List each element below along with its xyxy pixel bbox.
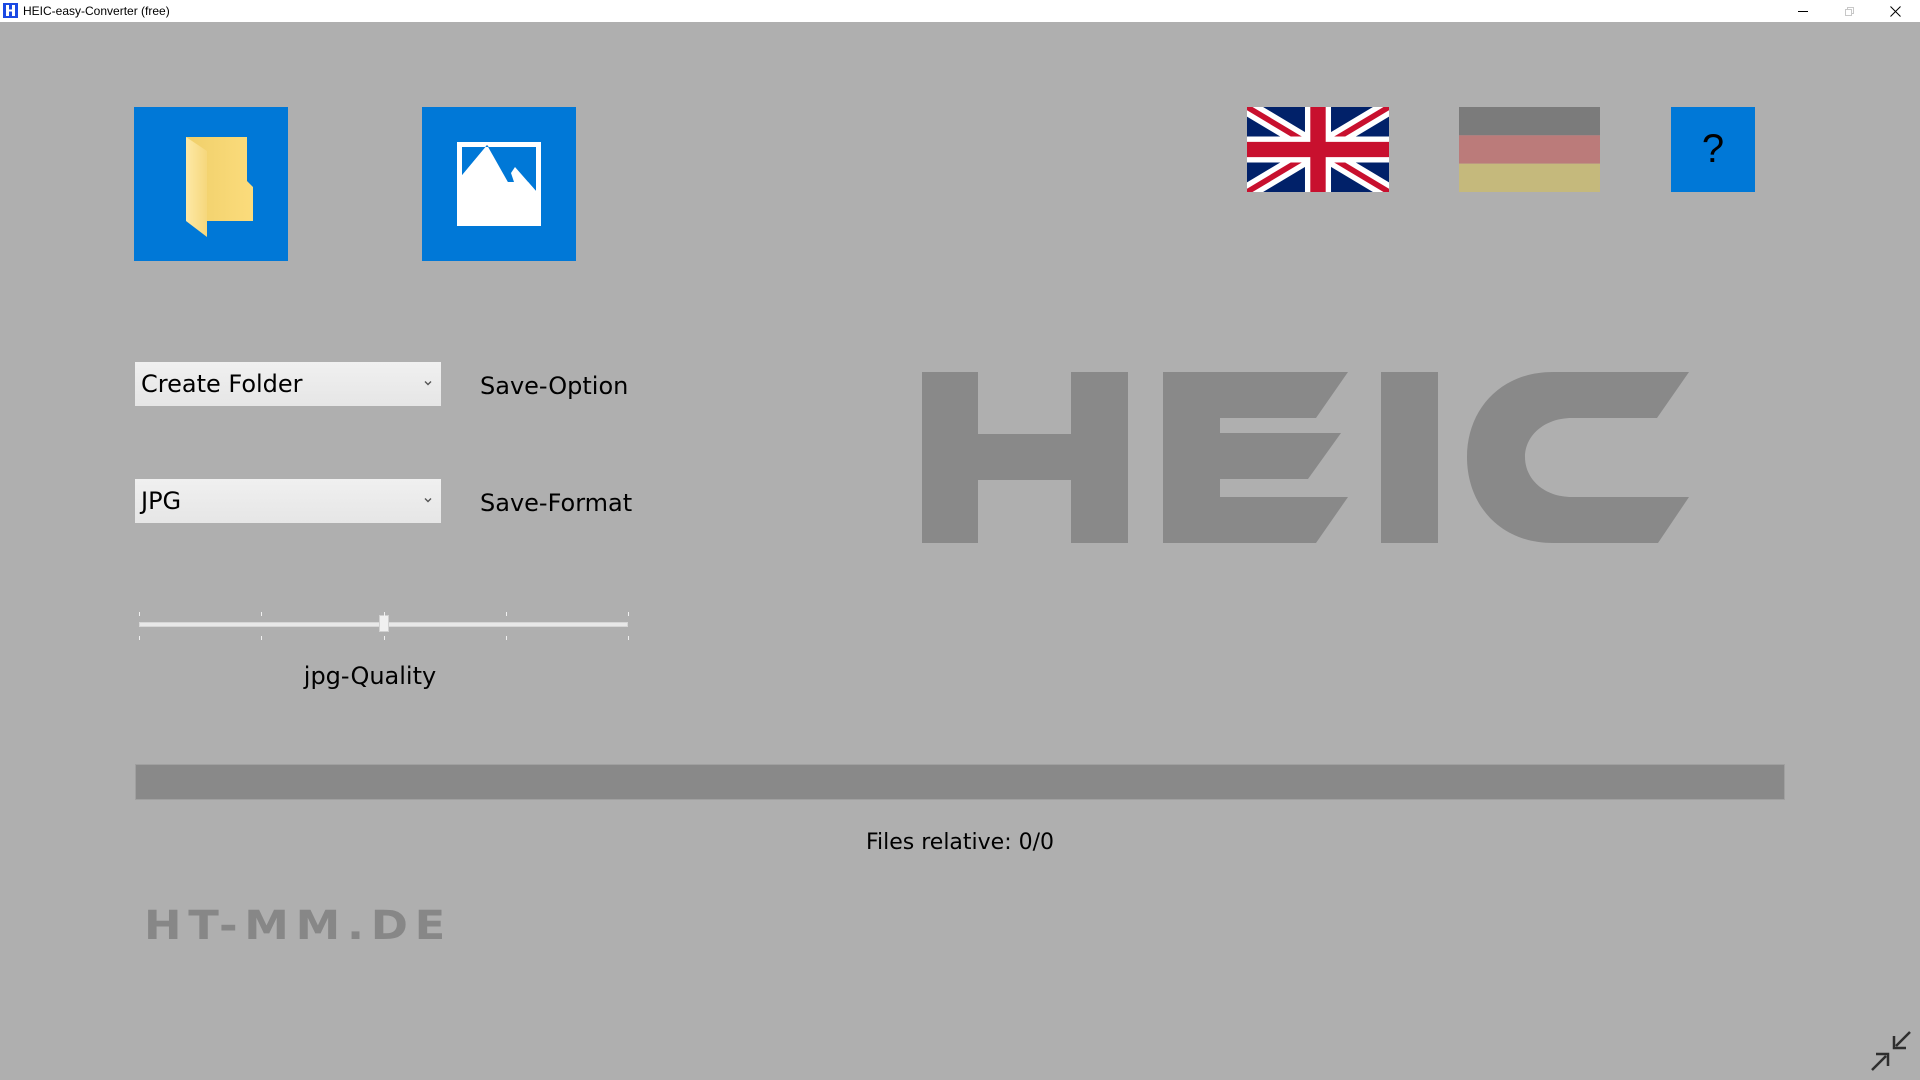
heic-logo-letter-i: [1381, 372, 1438, 543]
image-icon: [457, 142, 541, 226]
files-status-text: Files relative: 0/0: [865, 830, 1055, 855]
slider-tick: [383, 612, 385, 616]
company-logo-text: HT-MM.DE: [144, 908, 452, 940]
save-option-dropdown[interactable]: Create Folder: [135, 362, 441, 406]
save-format-dropdown[interactable]: JPG: [135, 479, 441, 523]
slider-thumb[interactable]: [378, 615, 389, 632]
restore-button[interactable]: [1826, 0, 1872, 22]
restore-icon: [1845, 7, 1854, 16]
save-option-value: Create Folder: [141, 370, 303, 398]
slider-tick: [505, 612, 507, 616]
company-logo: HT-MM.DE: [144, 908, 452, 940]
chevron-down-icon: [424, 381, 432, 386]
slider-tick: [628, 636, 629, 640]
slider-tick: [261, 612, 263, 616]
heic-logo-letter-e: [1163, 372, 1348, 543]
close-button[interactable]: [1872, 0, 1918, 22]
exit-fullscreen-icon[interactable]: [1870, 1030, 1912, 1072]
help-button[interactable]: ?: [1671, 107, 1755, 192]
slider-tick: [261, 636, 263, 640]
slider-tick: [139, 612, 140, 616]
slider-tick: [139, 636, 140, 640]
slider-tick: [383, 636, 385, 640]
window-title: HEIC-easy-Converter (free): [23, 4, 170, 18]
save-format-value: JPG: [141, 487, 182, 515]
slider-tick: [505, 636, 507, 640]
save-format-label: Save-Format: [480, 489, 633, 517]
folder-icon: [186, 137, 253, 237]
conversion-progress-bar: [135, 764, 1785, 800]
title-bar: HEIC-easy-Converter (free): [0, 0, 1920, 22]
slider-tick: [628, 612, 629, 616]
chevron-down-icon: [424, 498, 432, 503]
jpg-quality-label: jpg-Quality: [303, 662, 437, 690]
open-folder-button[interactable]: [134, 107, 288, 261]
heic-logo-letter-c: [1467, 372, 1689, 543]
help-icon: ?: [1701, 127, 1725, 171]
language-english-button[interactable]: [1247, 107, 1389, 192]
open-image-button[interactable]: [422, 107, 576, 261]
jpg-quality-slider[interactable]: [135, 600, 632, 650]
heic-logo-letter-h: [922, 372, 1128, 543]
save-option-label: Save-Option: [480, 372, 629, 400]
main-panel: ? Create Folder Save-Option JPG Save-For…: [0, 22, 1920, 1080]
minimize-icon: [1798, 11, 1808, 12]
language-german-button[interactable]: [1459, 107, 1600, 192]
minimize-button[interactable]: [1780, 0, 1826, 22]
close-icon: [1890, 6, 1901, 17]
app-icon: [3, 3, 18, 18]
german-flag-icon: [1459, 107, 1600, 192]
uk-flag-icon: [1247, 107, 1389, 192]
